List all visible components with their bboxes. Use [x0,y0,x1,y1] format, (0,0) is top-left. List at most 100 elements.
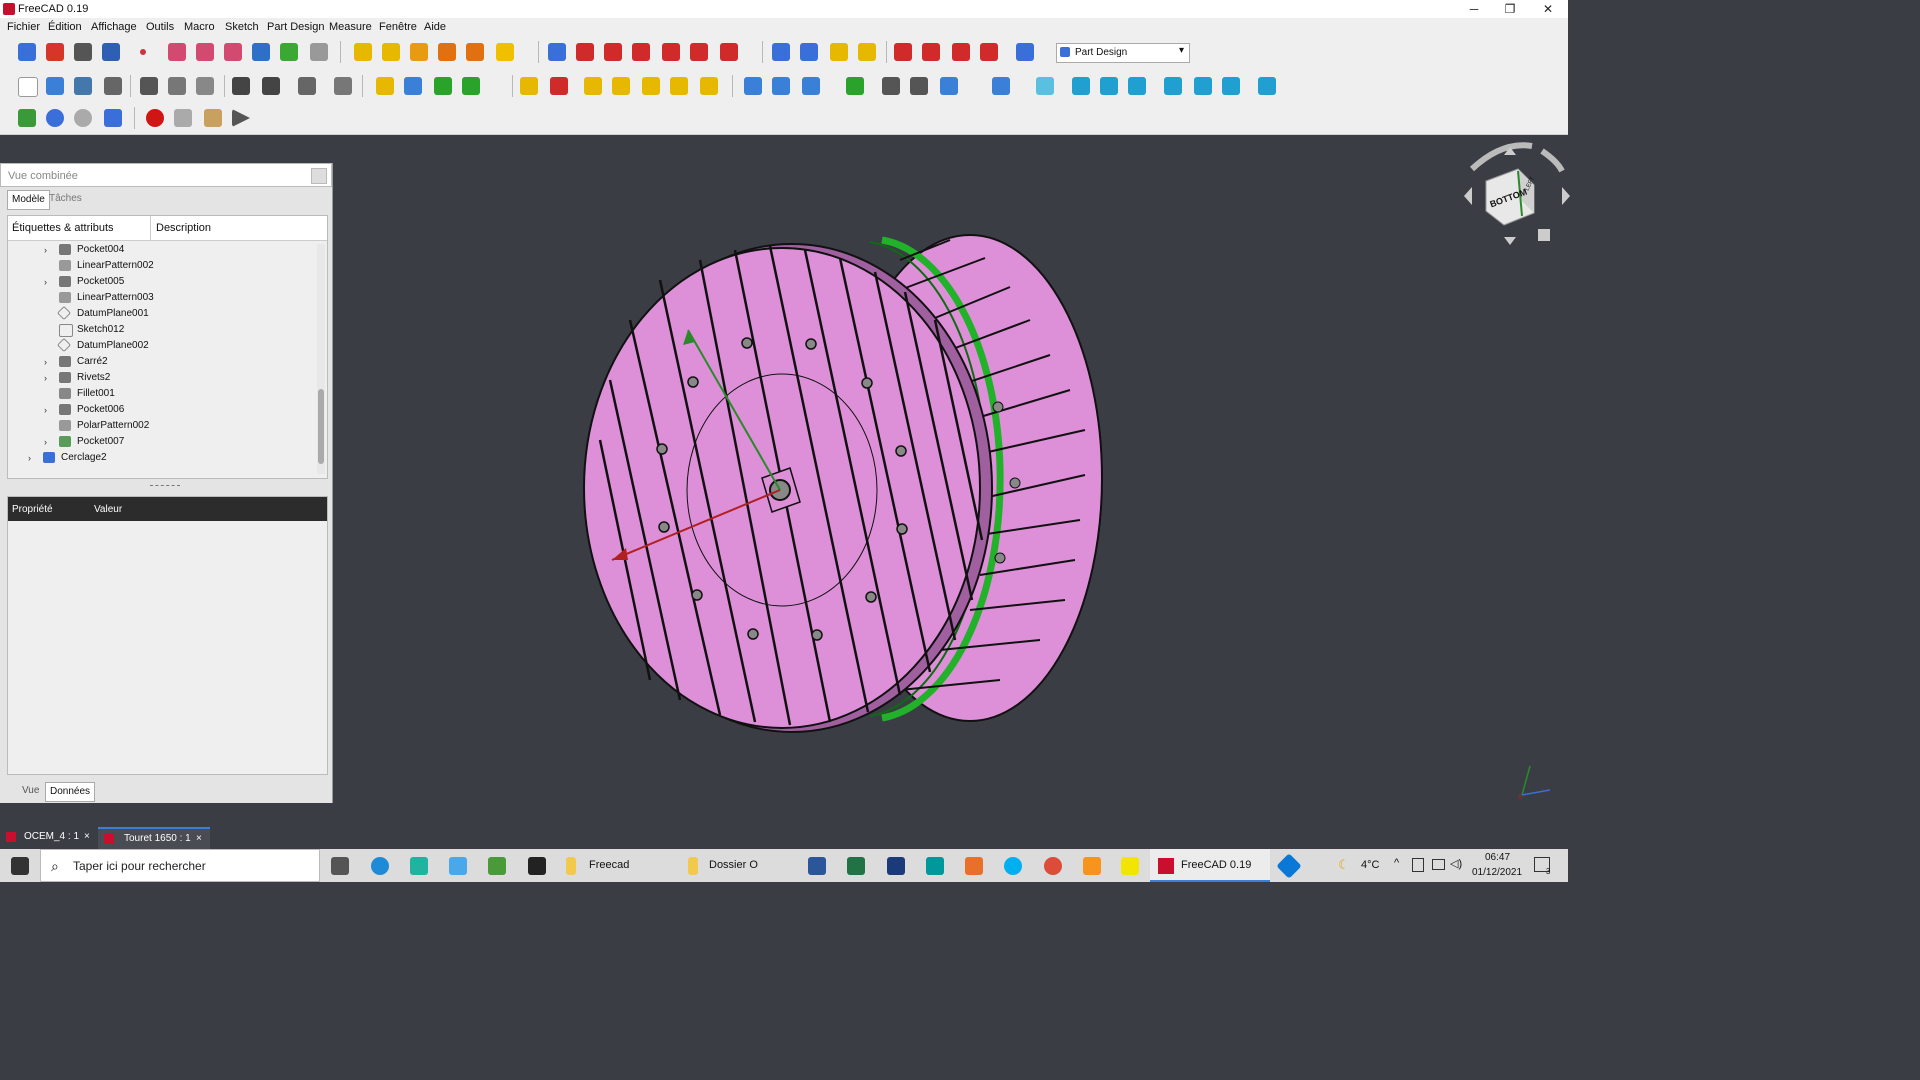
maximize-button[interactable]: ❐ [1492,0,1528,18]
subtractive-helix-icon[interactable] [690,43,708,61]
fillet-icon[interactable] [894,43,912,61]
draw-style-icon[interactable] [584,77,602,95]
3d-viewport[interactable]: x BOTTOM LEFT [332,135,1570,825]
axis-icon[interactable] [18,109,36,127]
app-icon-paper-plane[interactable] [449,857,467,875]
fit-all-icon[interactable] [520,77,538,95]
rotate-icon[interactable] [802,77,820,95]
app-icon-f[interactable] [1083,857,1101,875]
chrome-icon[interactable] [1044,857,1062,875]
property-panel[interactable]: Propriété Valeur [7,496,328,775]
menu-sketch[interactable]: Sketch [225,21,259,33]
tab-taches[interactable]: Tâches [45,190,86,208]
arrow-right-icon[interactable] [910,77,928,95]
model-tree[interactable]: Étiquettes & attributs Description › Pock… [7,215,328,479]
right-view-icon[interactable] [744,77,762,95]
revolution-icon[interactable] [382,43,400,61]
menu-outils[interactable]: Outils [146,21,174,33]
zoom-in-icon[interactable] [772,77,790,95]
view-bottom-icon[interactable] [1194,77,1212,95]
tray-volume-icon[interactable]: ◁) [1450,857,1462,870]
ruler-icon[interactable] [1258,77,1276,95]
pocket-icon[interactable] [548,43,566,61]
groove-icon[interactable] [604,43,622,61]
open-file-icon[interactable] [46,77,64,95]
shape-binder-icon[interactable] [102,43,120,61]
polar-pattern-icon[interactable] [830,43,848,61]
sub-shape-binder-icon[interactable] [280,43,298,61]
app-icon-teal[interactable] [410,857,428,875]
arrow-left-icon[interactable] [882,77,900,95]
7zip-icon[interactable] [528,857,546,875]
tray-chevron-icon[interactable]: ^ [1394,857,1399,869]
view-top-icon[interactable] [1100,77,1118,95]
clock-time[interactable]: 06:47 [1485,852,1510,863]
create-body-icon[interactable] [18,43,36,61]
copy-icon[interactable] [168,77,186,95]
app-icon-notepad[interactable] [488,857,506,875]
view-rear-icon[interactable] [1164,77,1182,95]
new-file-icon[interactable] [18,77,38,97]
stop-macro-icon[interactable] [174,109,192,127]
local-cs-icon[interactable] [224,43,242,61]
multi-transform-icon[interactable] [858,43,876,61]
tab-modele[interactable]: Modèle [7,190,50,210]
taskbar-item-freecad-folder[interactable]: Freecad [589,859,629,871]
create-sketch-icon[interactable] [46,43,64,61]
datum-line-icon[interactable] [168,43,186,61]
material-icon[interactable] [74,109,92,127]
top-view-icon[interactable] [700,77,718,95]
save-icon[interactable] [74,77,92,95]
macros-icon[interactable] [204,109,222,127]
menu-edition[interactable]: Édition [48,21,82,33]
close-panel-button[interactable] [311,168,327,184]
paste-icon[interactable] [196,77,214,95]
linear-pattern-icon[interactable] [800,43,818,61]
tab-vue[interactable]: Vue [18,782,43,800]
tab-donnees[interactable]: Données [45,782,96,802]
create-group-icon[interactable] [404,77,422,95]
expand-arrow-icon[interactable]: › [44,274,47,290]
chamfer-icon[interactable] [922,43,940,61]
undo-icon[interactable] [232,77,250,95]
redo-icon[interactable] [262,77,280,95]
expand-arrow-icon[interactable]: › [44,434,47,450]
expand-arrow-icon[interactable]: › [44,242,47,258]
draft-icon[interactable] [952,43,970,61]
additive-primitive-icon[interactable] [496,43,514,61]
app-icon-diamond[interactable] [1276,853,1302,879]
weather-temperature[interactable]: 4°C [1361,859,1379,871]
zoom-icon[interactable] [992,77,1010,95]
create-part-icon[interactable] [376,77,394,95]
3d-model-canvas[interactable]: x [332,135,1568,825]
expand-arrow-icon[interactable]: › [44,402,47,418]
subtractive-loft-icon[interactable] [632,43,650,61]
windows-start-icon[interactable] [11,857,29,875]
menu-fichier[interactable]: Fichier [7,21,40,33]
print-icon[interactable] [104,77,122,95]
folder-icon[interactable] [688,857,698,875]
excel-icon[interactable] [847,857,865,875]
pad-icon[interactable] [354,43,372,61]
help-icon[interactable] [310,43,328,61]
minimize-button[interactable]: ─ [1456,0,1492,18]
menu-measure[interactable]: Measure [329,21,372,33]
datum-point-icon[interactable] [140,49,146,55]
tree-scrollbar[interactable] [317,244,325,474]
front-view-icon[interactable] [670,77,688,95]
subtractive-primitive-icon[interactable] [720,43,738,61]
folder-icon[interactable] [566,857,576,875]
play-macro-icon[interactable] [232,109,250,127]
view-isometric-icon[interactable] [1036,77,1054,95]
view-front-icon[interactable] [1072,77,1090,95]
hole-icon[interactable] [576,43,594,61]
skype-icon[interactable] [1004,857,1022,875]
additive-pipe-icon[interactable] [438,43,456,61]
menu-fenetre[interactable]: Fenêtre [379,21,417,33]
word-icon[interactable] [808,857,826,875]
validate-sketch-icon[interactable] [74,43,92,61]
expand-arrow-icon[interactable]: › [44,354,47,370]
std-view-icon[interactable] [940,77,958,95]
make-link-icon[interactable] [434,77,452,95]
taskbar-item-freecad-active[interactable]: FreeCAD 0.19 [1150,849,1270,882]
